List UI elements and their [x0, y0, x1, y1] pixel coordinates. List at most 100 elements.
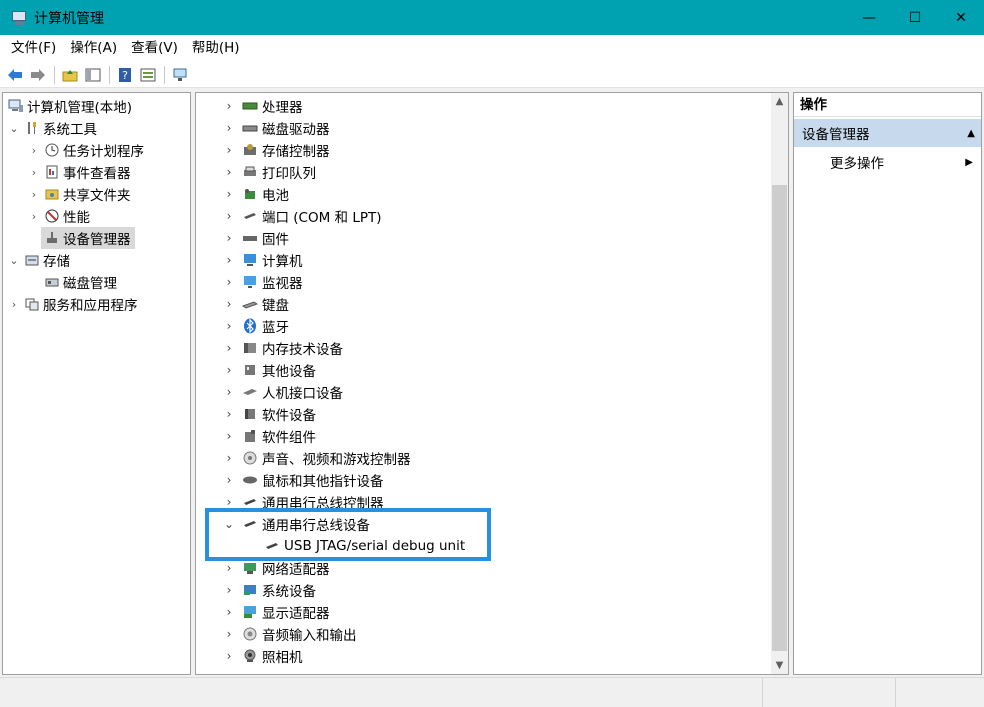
camera-icon [241, 648, 258, 664]
chevron-right-icon[interactable]: › [221, 253, 237, 267]
monitor-icon[interactable] [169, 65, 190, 85]
tree-item-services-apps[interactable]: › 服务和应用程序 [7, 293, 138, 315]
device-row-mice-pointing[interactable]: › 鼠标和其他指针设备 [221, 469, 384, 491]
chevron-right-icon[interactable]: › [221, 649, 237, 663]
tree-item-root[interactable]: 计算机管理(本地) [5, 95, 132, 117]
port-icon [241, 208, 258, 224]
chevron-right-icon[interactable]: › [221, 319, 237, 333]
tree-item-device-manager[interactable]: 设备管理器 [41, 227, 135, 249]
minimize-button[interactable]: — [846, 0, 892, 35]
close-button[interactable]: ✕ [938, 0, 984, 35]
sound-icon [241, 450, 258, 466]
device-row-label: 软件组件 [262, 430, 316, 446]
device-row-audio-inputs-outputs[interactable]: › 音频输入和输出 [221, 623, 357, 645]
vertical-scrollbar[interactable]: ▲ ▼ [771, 93, 788, 674]
device-row-label: 人机接口设备 [262, 386, 343, 402]
forward-arrow-icon[interactable] [27, 65, 48, 85]
tree-item-task-scheduler[interactable]: › 任务计划程序 [27, 139, 144, 161]
device-row-sound-video-game[interactable]: › 声音、视频和游戏控制器 [221, 447, 411, 469]
scroll-up-icon[interactable]: ▲ [771, 93, 788, 110]
tree-item-shared-folders[interactable]: › 共享文件夹 [27, 183, 131, 205]
chevron-down-icon[interactable]: ⌄ [7, 122, 21, 135]
properties-icon[interactable] [137, 65, 158, 85]
menu-action[interactable]: 操作(A) [63, 35, 124, 62]
tree-item-storage[interactable]: ⌄ 存储 [7, 249, 70, 271]
menu-help[interactable]: 帮助(H) [185, 35, 247, 62]
device-row-monitors[interactable]: › 监视器 [221, 271, 303, 293]
up-folder-icon[interactable] [59, 65, 80, 85]
tree-item-performance[interactable]: › 性能 [27, 205, 90, 227]
chevron-right-icon[interactable]: › [221, 275, 237, 289]
device-row-memory-technology[interactable]: › 内存技术设备 [221, 337, 343, 359]
device-row-software-devices[interactable]: › 软件设备 [221, 403, 316, 425]
chevron-right-icon[interactable]: › [27, 166, 41, 179]
chevron-right-icon[interactable]: › [221, 429, 237, 443]
device-row-ports[interactable]: › 端口 (COM 和 LPT) [221, 205, 382, 227]
device-row-print-queues[interactable]: › 打印队列 [221, 161, 316, 183]
clock-icon [43, 142, 60, 158]
disk-drive-icon [241, 120, 258, 136]
tree-label: 设备管理器 [63, 232, 131, 248]
device-row-display-adapters[interactable]: › 显示适配器 [221, 601, 330, 623]
chevron-right-icon[interactable]: › [221, 187, 237, 201]
maximize-button[interactable]: ☐ [892, 0, 938, 35]
chevron-down-icon[interactable]: ⌄ [7, 254, 21, 267]
chevron-right-icon[interactable]: › [221, 583, 237, 597]
device-row-other-devices[interactable]: › 其他设备 [221, 359, 316, 381]
device-row-bluetooth[interactable]: › 蓝牙 [221, 315, 289, 337]
device-row-software-components[interactable]: › 软件组件 [221, 425, 316, 447]
chevron-right-icon[interactable]: › [221, 143, 237, 157]
device-row-storage-controllers[interactable]: › 存储控制器 [221, 139, 330, 161]
device-row-computer[interactable]: › 计算机 [221, 249, 303, 271]
chevron-right-icon[interactable]: › [221, 231, 237, 245]
status-bar [0, 677, 984, 707]
device-row-keyboards[interactable]: › 键盘 [221, 293, 289, 315]
scroll-thumb[interactable] [772, 185, 787, 651]
device-row-disk-drives[interactable]: › 磁盘驱动器 [221, 117, 330, 139]
tools-icon [23, 120, 40, 136]
shared-folder-icon [43, 186, 60, 202]
chevron-right-icon[interactable]: › [221, 363, 237, 377]
more-actions-item[interactable]: 更多操作 ▶ [794, 151, 981, 173]
tree-item-disk-management[interactable]: 磁盘管理 [41, 271, 117, 293]
menu-file[interactable]: 文件(F) [4, 35, 63, 62]
help-icon[interactable]: ? [114, 65, 135, 85]
device-row-batteries[interactable]: › 电池 [221, 183, 289, 205]
tree-label: 性能 [63, 210, 90, 226]
chevron-right-icon[interactable]: › [221, 99, 237, 113]
storage-icon [23, 252, 40, 268]
chevron-right-icon[interactable]: › [221, 341, 237, 355]
chevron-right-icon[interactable]: › [221, 297, 237, 311]
tree-item-system-tools[interactable]: ⌄ 系统工具 [7, 117, 97, 139]
chevron-right-icon[interactable]: › [221, 495, 237, 509]
collapse-up-icon[interactable]: ▲ [967, 128, 975, 139]
show-hide-tree-icon[interactable] [82, 65, 103, 85]
device-row-firmware[interactable]: › 固件 [221, 227, 289, 249]
device-row-label: 照相机 [262, 650, 303, 666]
menu-view[interactable]: 查看(V) [124, 35, 185, 62]
chevron-right-icon[interactable]: › [221, 407, 237, 421]
chevron-right-icon[interactable]: › [27, 144, 41, 157]
device-row-human-interface[interactable]: › 人机接口设备 [221, 381, 343, 403]
chevron-right-icon[interactable]: › [221, 451, 237, 465]
chevron-right-icon[interactable]: › [7, 298, 21, 311]
chevron-right-icon[interactable]: › [221, 605, 237, 619]
firmware-icon [241, 230, 258, 246]
tree-item-event-viewer[interactable]: › 事件查看器 [27, 161, 131, 183]
chevron-right-icon[interactable]: › [221, 473, 237, 487]
chevron-right-icon[interactable]: › [27, 210, 41, 223]
device-row-processor[interactable]: › 处理器 [221, 95, 303, 117]
toolbar: ? [0, 62, 984, 88]
chevron-right-icon[interactable]: › [221, 385, 237, 399]
chevron-right-icon[interactable]: › [221, 209, 237, 223]
chevron-right-icon[interactable]: › [221, 121, 237, 135]
back-arrow-icon[interactable] [4, 65, 25, 85]
chevron-right-icon[interactable]: › [27, 188, 41, 201]
chevron-right-icon[interactable]: › [221, 627, 237, 641]
actions-group-device-manager[interactable]: 设备管理器 ▲ [794, 119, 981, 147]
scroll-down-icon[interactable]: ▼ [771, 657, 788, 674]
chevron-right-icon[interactable]: › [221, 561, 237, 575]
device-row-system-devices[interactable]: › 系统设备 [221, 579, 316, 601]
chevron-right-icon[interactable]: › [221, 165, 237, 179]
device-row-cameras[interactable]: › 照相机 [221, 645, 303, 667]
